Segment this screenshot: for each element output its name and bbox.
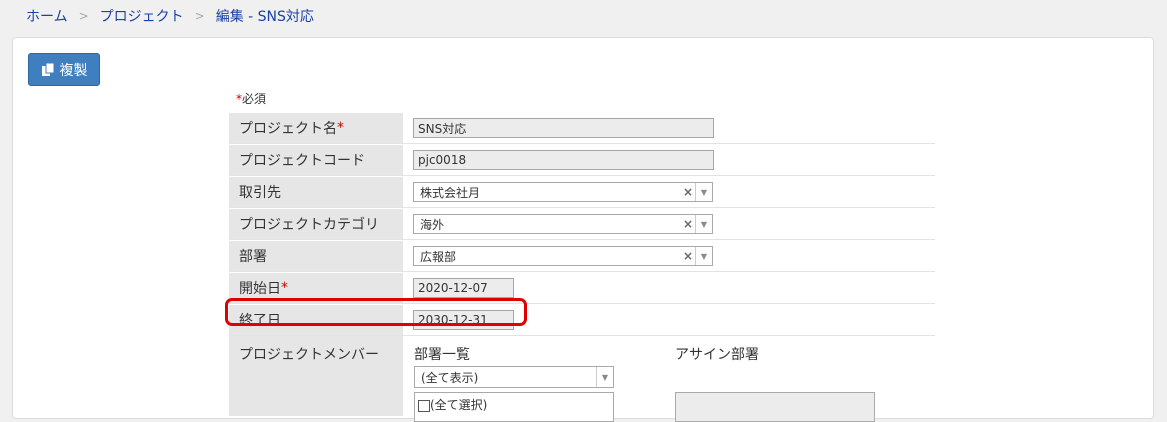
label-end-date: 終了日 <box>229 305 403 335</box>
project-form: プロジェクト名 * SNS対応 プロジェクトコード pjc0018 取引先 株式会… <box>229 112 935 422</box>
row-department: 部署 広報部 × ▼ <box>229 240 935 272</box>
dept-list[interactable]: (全て選択) <box>414 392 614 422</box>
chevron-down-icon[interactable]: ▼ <box>695 183 712 201</box>
row-category: プロジェクトカテゴリ 海外 × ▼ <box>229 208 935 240</box>
row-end-date: 終了日 2030-12-31 <box>229 304 935 336</box>
chevron-down-icon[interactable]: ▼ <box>596 367 613 387</box>
breadcrumb-separator: > <box>194 9 205 23</box>
breadcrumb-separator: > <box>78 9 89 23</box>
label-department: 部署 <box>229 241 403 271</box>
department-select[interactable]: 広報部 × ▼ <box>413 246 713 266</box>
chevron-down-icon[interactable]: ▼ <box>695 215 712 233</box>
end-date-input[interactable]: 2030-12-31 <box>413 310 514 330</box>
breadcrumb-home[interactable]: ホーム <box>26 6 68 26</box>
chevron-down-icon[interactable]: ▼ <box>695 247 712 265</box>
required-note: *必須 <box>236 90 266 107</box>
department-select-value: 広報部 <box>420 249 457 264</box>
copy-icon <box>41 62 54 76</box>
label-client: 取引先 <box>229 177 403 207</box>
select-all-checkbox[interactable] <box>418 399 430 412</box>
duplicate-button[interactable]: 複製 <box>28 53 100 86</box>
required-star: * <box>337 120 344 136</box>
start-date-input[interactable]: 2020-12-07 <box>413 278 514 298</box>
clear-icon[interactable]: × <box>681 249 695 263</box>
breadcrumb-project[interactable]: プロジェクト <box>100 6 184 26</box>
project-name-input[interactable]: SNS対応 <box>413 118 714 138</box>
label-category: プロジェクトカテゴリ <box>229 209 403 239</box>
clear-icon[interactable]: × <box>681 217 695 231</box>
row-project-code: プロジェクトコード pjc0018 <box>229 144 935 176</box>
assign-dept-title: アサイン部署 <box>675 347 759 363</box>
dept-filter-value: (全て表示) <box>421 370 479 385</box>
label-members: プロジェクトメンバー <box>229 336 403 416</box>
breadcrumb-current[interactable]: 編集 - SNS対応 <box>216 6 314 26</box>
dept-filter-select[interactable]: (全て表示) ▼ <box>414 366 614 388</box>
client-select[interactable]: 株式会社月 × ▼ <box>413 182 713 202</box>
client-select-value: 株式会社月 <box>420 185 481 200</box>
row-members: プロジェクトメンバー 部署一覧 アサイン部署 (全て表示) ▼ (全て選択) <box>229 336 935 422</box>
clear-icon[interactable]: × <box>681 185 695 199</box>
row-project-name: プロジェクト名 * SNS対応 <box>229 112 935 144</box>
category-select-value: 海外 <box>420 217 445 232</box>
label-project-name: プロジェクト名 * <box>229 113 403 143</box>
select-all-label: (全て選択) <box>430 398 488 412</box>
label-start-date: 開始日 * <box>229 273 403 303</box>
label-text: プロジェクト名 <box>239 121 337 137</box>
breadcrumb: ホーム > プロジェクト > 編集 - SNS対応 <box>26 6 314 26</box>
required-star: * <box>281 280 288 296</box>
label-text: 開始日 <box>239 281 281 297</box>
required-note-text: 必須 <box>242 92 267 106</box>
project-code-input[interactable]: pjc0018 <box>413 150 714 170</box>
label-project-code: プロジェクトコード <box>229 145 403 175</box>
dept-list-title: 部署一覧 <box>414 347 470 363</box>
row-start-date: 開始日 * 2020-12-07 <box>229 272 935 304</box>
duplicate-button-label: 複製 <box>59 62 88 79</box>
row-client: 取引先 株式会社月 × ▼ <box>229 176 935 208</box>
assigned-dept-list[interactable] <box>675 392 875 422</box>
category-select[interactable]: 海外 × ▼ <box>413 214 713 234</box>
